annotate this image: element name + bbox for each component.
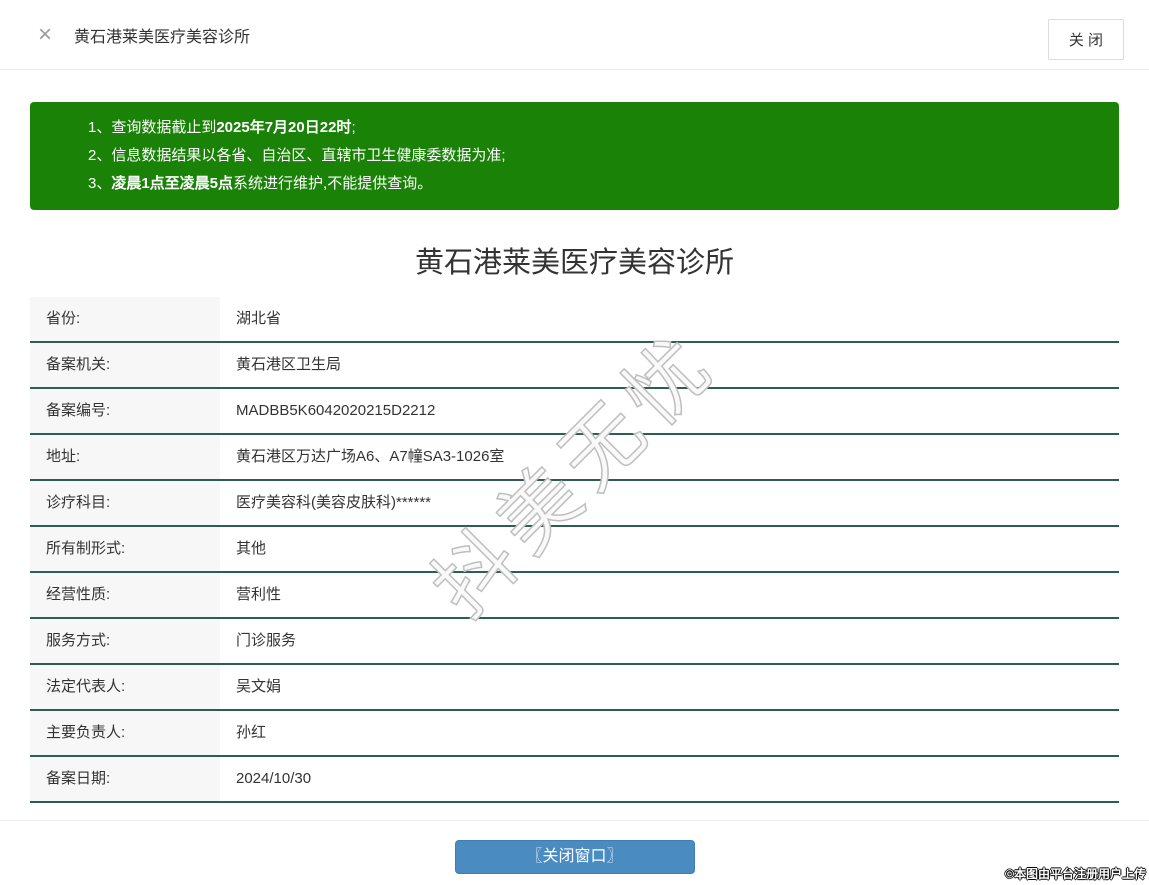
table-row-filing-date: 备案日期: 2024/10/30: [30, 757, 1119, 803]
row-value: MADBB5K6042020215D2212: [236, 402, 436, 419]
notice-line-3-text: 3、: [88, 175, 112, 192]
row-label: 诊疗科目:: [30, 481, 220, 525]
close-icon[interactable]: ×: [38, 22, 52, 47]
table-row-address: 地址: 黄石港区万达广场A6、A7幢SA3-1026室: [30, 435, 1119, 481]
table-row-filing-number: 备案编号: MADBB5K6042020215D2212: [30, 389, 1119, 435]
notice-line-1: 1、查询数据截止到2025年7月20日22时;: [30, 114, 1119, 142]
table-row-filing-authority: 备案机关: 黄石港区卫生局: [30, 343, 1119, 389]
notice-line-3-bold: 凌晨1点至凌晨5点: [111, 175, 234, 192]
info-table: 省份: 湖北省 备案机关: 黄石港区卫生局 备案编号: MADBB5K60420…: [30, 297, 1119, 803]
close-window-button[interactable]: 〖关闭窗口〗: [454, 840, 695, 874]
notice-line-2-text: 2、信息数据结果以各省、自治区、直辖市卫生健康委数据为准;: [88, 147, 506, 164]
row-value: 2024/10/30: [236, 770, 312, 787]
table-row-service-mode: 服务方式: 门诊服务: [30, 619, 1119, 665]
row-value: 黄石港区万达广场A6、A7幢SA3-1026室: [236, 448, 505, 465]
row-label: 地址:: [30, 435, 220, 479]
row-value: 孙红: [236, 724, 267, 741]
notice-line-1-bold: 2025年7月20日22时: [216, 119, 352, 136]
row-label: 所有制形式:: [30, 527, 220, 571]
table-row-main-person-in-charge: 主要负责人: 孙红: [30, 711, 1119, 757]
table-row-business-nature: 经营性质: 营利性: [30, 573, 1119, 619]
row-label: 服务方式:: [30, 619, 220, 663]
notice-box: 1、查询数据截止到2025年7月20日22时; 2、信息数据结果以各省、自治区、…: [30, 102, 1119, 210]
table-row-treatment-subjects: 诊疗科目: 医疗美容科(美容皮肤科)******: [30, 481, 1119, 527]
row-label: 备案编号:: [30, 389, 220, 433]
row-label: 省份:: [30, 297, 220, 341]
bottom-divider: [0, 820, 1149, 821]
row-value: 吴文娟: [236, 678, 282, 695]
row-label: 法定代表人:: [30, 665, 220, 709]
row-value: 营利性: [236, 586, 282, 603]
row-label: 经营性质:: [30, 573, 220, 617]
row-value: 黄石港区卫生局: [236, 356, 342, 373]
close-button[interactable]: 关 闭: [1047, 19, 1124, 60]
table-row-province: 省份: 湖北省: [30, 297, 1119, 343]
notice-line-3: 3、凌晨1点至凌晨5点系统进行维护,不能提供查询。: [30, 170, 1119, 198]
row-value: 其他: [236, 540, 267, 557]
table-row-ownership-form: 所有制形式: 其他: [30, 527, 1119, 573]
copyright-watermark: ©本图由平台注册用户上传: [1005, 867, 1146, 881]
notice-line-1-text: 1、查询数据截止到: [88, 119, 217, 136]
notice-line-2: 2、信息数据结果以各省、自治区、直辖市卫生健康委数据为准;: [30, 142, 1119, 170]
row-label: 备案日期:: [30, 757, 220, 801]
row-value: 医疗美容科(美容皮肤科)******: [236, 494, 432, 511]
row-label: 备案机关:: [30, 343, 220, 387]
row-label: 主要负责人:: [30, 711, 220, 755]
notice-line-1-suffix: ;: [351, 119, 356, 136]
page-title: 黄石港莱美医疗美容诊所: [74, 28, 251, 46]
notice-line-3-suffix: 系统进行维护,不能提供查询。: [233, 175, 433, 192]
table-row-legal-representative: 法定代表人: 吴文娟: [30, 665, 1119, 711]
clinic-title: 黄石港莱美医疗美容诊所: [414, 247, 734, 279]
row-value: 湖北省: [236, 310, 282, 327]
row-value: 门诊服务: [236, 632, 297, 649]
header: × 黄石港莱美医疗美容诊所 关 闭: [0, 0, 1149, 70]
